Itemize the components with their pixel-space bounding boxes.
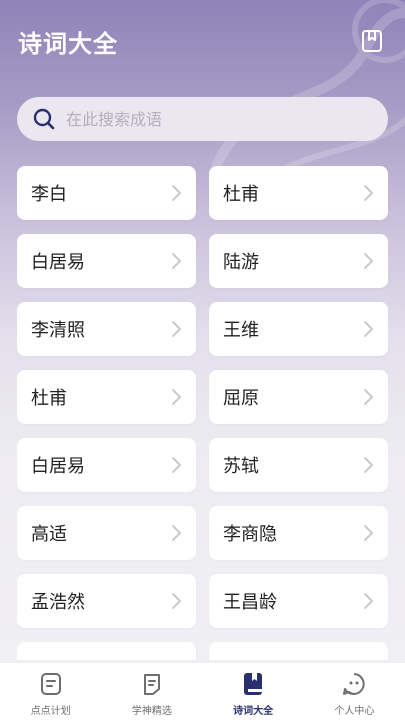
poet-card[interactable]: 苏轼 — [209, 438, 388, 492]
tab-label: 点点计划 — [30, 706, 71, 717]
tab-label: 诗词大全 — [233, 706, 274, 717]
chevron-right-icon — [172, 321, 181, 337]
chevron-right-icon — [172, 185, 181, 201]
poet-name: 白居易 — [31, 456, 85, 477]
poet-card[interactable]: 孟浩然 — [17, 574, 196, 628]
poet-name: 陆游 — [223, 252, 259, 273]
chevron-right-icon — [172, 593, 181, 609]
chevron-right-icon — [172, 525, 181, 541]
poet-card-partial[interactable] — [17, 642, 196, 660]
bookmark-icon — [362, 30, 382, 52]
poet-name: 杜甫 — [223, 184, 259, 205]
chevron-right-icon — [172, 389, 181, 405]
poet-name: 王维 — [223, 320, 259, 341]
poet-card-partial[interactable] — [209, 642, 388, 660]
poet-card[interactable]: 王维 — [209, 302, 388, 356]
tab-label: 学神精选 — [131, 706, 172, 717]
header: 诗词大全 — [0, 0, 405, 82]
poet-card[interactable]: 李商隐 — [209, 506, 388, 560]
poet-name: 李白 — [31, 184, 67, 205]
poet-card[interactable]: 陆游 — [209, 234, 388, 288]
bottom-tab-bar: 点点计划 学神精选 诗词大全 个人中心 — [0, 662, 405, 720]
poet-card[interactable]: 李清照 — [17, 302, 196, 356]
profile-icon — [343, 673, 366, 695]
poet-name: 屈原 — [223, 388, 259, 409]
poet-name: 白居易 — [31, 252, 85, 273]
chevron-right-icon — [364, 389, 373, 405]
tab-plan[interactable]: 点点计划 — [0, 663, 101, 717]
poet-card[interactable]: 杜甫 — [209, 166, 388, 220]
poet-grid: 李白 杜甫 白居易 陆游 李清照 王维 杜甫 屈原 白居易 苏轼 高适 李商隐 … — [17, 166, 388, 660]
search-input[interactable] — [66, 109, 346, 129]
chevron-right-icon — [364, 457, 373, 473]
tab-profile[interactable]: 个人中心 — [304, 663, 405, 717]
chevron-right-icon — [172, 253, 181, 269]
chevron-right-icon — [364, 253, 373, 269]
poet-card[interactable]: 白居易 — [17, 234, 196, 288]
chevron-right-icon — [364, 321, 373, 337]
bookmark-button[interactable] — [359, 28, 385, 54]
book-icon — [244, 673, 263, 695]
poet-card[interactable]: 杜甫 — [17, 370, 196, 424]
selection-icon — [143, 674, 160, 695]
chevron-right-icon — [364, 593, 373, 609]
poet-card[interactable]: 白居易 — [17, 438, 196, 492]
poet-card[interactable]: 李白 — [17, 166, 196, 220]
poet-name: 杜甫 — [31, 388, 67, 409]
search-bar[interactable] — [17, 97, 388, 141]
poet-card[interactable]: 屈原 — [209, 370, 388, 424]
poet-name: 苏轼 — [223, 456, 259, 477]
poet-card[interactable]: 王昌龄 — [209, 574, 388, 628]
page-title: 诗词大全 — [18, 30, 118, 58]
poet-name: 王昌龄 — [223, 592, 277, 613]
poet-name: 孟浩然 — [31, 592, 85, 613]
search-icon — [32, 107, 56, 131]
chevron-right-icon — [172, 457, 181, 473]
tab-selection[interactable]: 学神精选 — [101, 663, 202, 717]
chevron-right-icon — [364, 525, 373, 541]
poet-card[interactable]: 高适 — [17, 506, 196, 560]
poet-name: 高适 — [31, 524, 67, 545]
tab-label: 个人中心 — [334, 706, 375, 717]
tab-poetry[interactable]: 诗词大全 — [203, 663, 304, 717]
plan-icon — [40, 673, 61, 695]
poet-name: 李清照 — [31, 320, 85, 341]
chevron-right-icon — [364, 185, 373, 201]
poet-name: 李商隐 — [223, 524, 277, 545]
